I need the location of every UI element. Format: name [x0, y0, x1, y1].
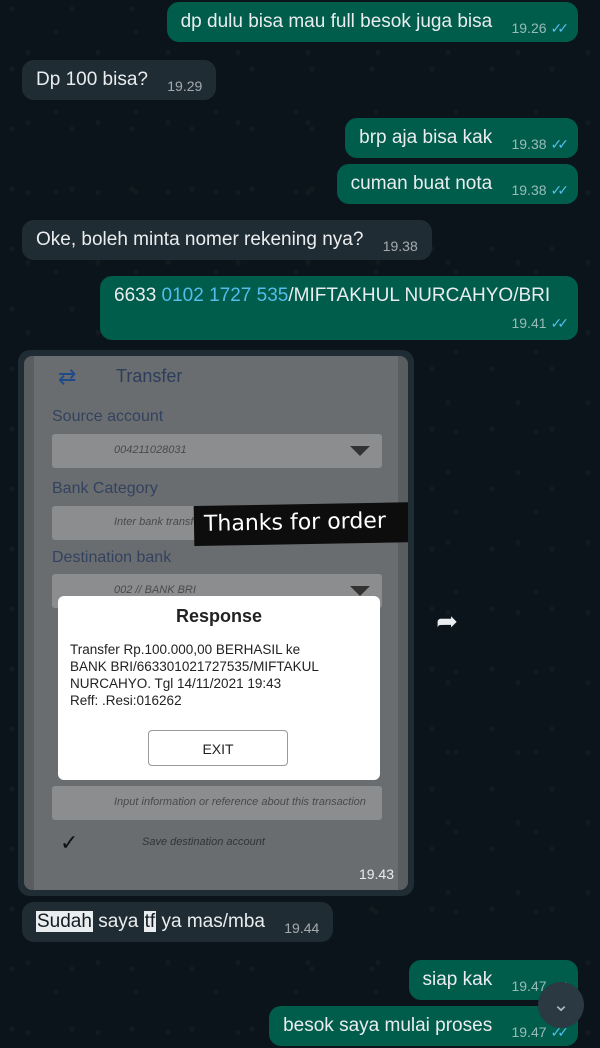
message-text: Dp 100 bisa? [36, 69, 148, 90]
bank-category-label: Bank Category [52, 480, 158, 497]
message-time: 19.38 [511, 136, 547, 152]
message-bubble-incoming[interactable]: Sudah saya tf ya mas/mba 19.44 [22, 902, 334, 942]
message-bubble-incoming[interactable]: Dp 100 bisa? 19.29 [22, 60, 217, 100]
destination-bank-value: 002 // BANK BRI [114, 584, 196, 596]
message-text: siap kak [422, 969, 493, 990]
message-bubble-outgoing[interactable]: besok saya mulai proses 19.47 ✓✓ [269, 1006, 578, 1046]
destination-bank-label: Destination bank [52, 549, 172, 566]
message-bubble-outgoing[interactable]: cuman buat nota 19.38 ✓✓ [336, 164, 578, 204]
transfer-arrows-icon: ⇄ [58, 364, 77, 389]
exit-button: EXIT [148, 730, 288, 766]
message-text: saya [92, 911, 144, 932]
dialog-body-line: Reff: .Resi:016262 [70, 693, 182, 708]
thanks-for-order-sticker: Thanks for order [193, 501, 408, 547]
source-account-field: 004211028031 [52, 434, 382, 468]
message-time: 19.29 [167, 78, 203, 94]
highlighted-word: tf [143, 911, 157, 932]
double-check-icon: ✓✓ [550, 315, 570, 331]
message-time: 19.44 [284, 920, 320, 936]
dropdown-caret-icon [350, 586, 370, 596]
dialog-body: Transfer Rp.100.000,00 BERHASIL ke BANK … [70, 641, 368, 709]
double-check-icon: ✓✓ [550, 136, 570, 152]
source-account-label: Source account [52, 408, 164, 425]
dialog-title: Response [175, 606, 263, 626]
highlighted-word: Sudah [36, 911, 93, 932]
double-chevron-down-icon[interactable]: ⌄ [538, 982, 584, 1028]
phone-number-link[interactable]: 0102 1727 535 [162, 285, 289, 306]
message-time: 19.47 [511, 1024, 547, 1040]
transaction-info-field: Input information or reference about thi… [52, 786, 382, 820]
checkbox-checked-icon: ✓ [60, 830, 79, 855]
message-text-suffix: /MIFTAKHUL NURCAHYO/BRI [288, 285, 551, 306]
message-text: dp dulu bisa mau full besok juga bisa [180, 11, 493, 32]
dialog-body-line: Transfer Rp.100.000,00 BERHASIL ke [70, 642, 301, 657]
message-text: Oke, boleh minta nomer rekening nya? [36, 229, 364, 250]
image-message-time: 19.43 [358, 866, 394, 882]
message-text: brp aja bisa kak [359, 127, 493, 148]
dropdown-caret-icon [350, 446, 370, 456]
message-time: 19.41 [511, 315, 547, 331]
message-text: cuman buat nota [350, 173, 493, 194]
message-text: besok saya mulai proses [283, 1015, 493, 1036]
message-time: 19.38 [382, 238, 418, 254]
dialog-body-line: NURCAHYO. Tgl 14/11/2021 19:43 [70, 676, 282, 691]
transaction-info-placeholder: Input information or reference about thi… [114, 796, 366, 808]
dialog-body-line: BANK BRI/663301021727535/MIFTAKUL [70, 659, 319, 674]
transfer-screenshot-image[interactable]: ⇄ Transfer Source account 004211028031 B… [24, 356, 408, 890]
source-account-value: 004211028031 [114, 444, 187, 456]
screenshot-title: Transfer [116, 366, 183, 386]
response-dialog: Response Transfer Rp.100.000,00 BERHASIL… [58, 596, 380, 780]
message-time: 19.38 [511, 182, 547, 198]
bank-category-value: Inter bank transfer [114, 516, 204, 528]
message-bubble-outgoing[interactable]: 6633 0102 1727 535/MIFTAKHUL NURCAHYO/BR… [100, 276, 578, 340]
message-text: ya mas/mba [156, 911, 265, 932]
image-message-bubble[interactable]: ⇄ Transfer Source account 004211028031 B… [18, 350, 414, 896]
message-bubble-outgoing[interactable]: brp aja bisa kak 19.38 ✓✓ [345, 118, 578, 158]
message-time: 19.26 [511, 20, 547, 36]
message-bubble-outgoing[interactable]: dp dulu bisa mau full besok juga bisa 19… [166, 2, 578, 42]
save-destination-label: Save destination account [142, 836, 265, 848]
message-bubble-incoming[interactable]: Oke, boleh minta nomer rekening nya? 19.… [22, 220, 432, 260]
forward-arrow-icon[interactable]: ➦ [428, 606, 466, 644]
double-check-icon: ✓✓ [550, 182, 570, 198]
message-text-prefix: 6633 [114, 285, 162, 306]
double-check-icon: ✓✓ [550, 20, 570, 36]
